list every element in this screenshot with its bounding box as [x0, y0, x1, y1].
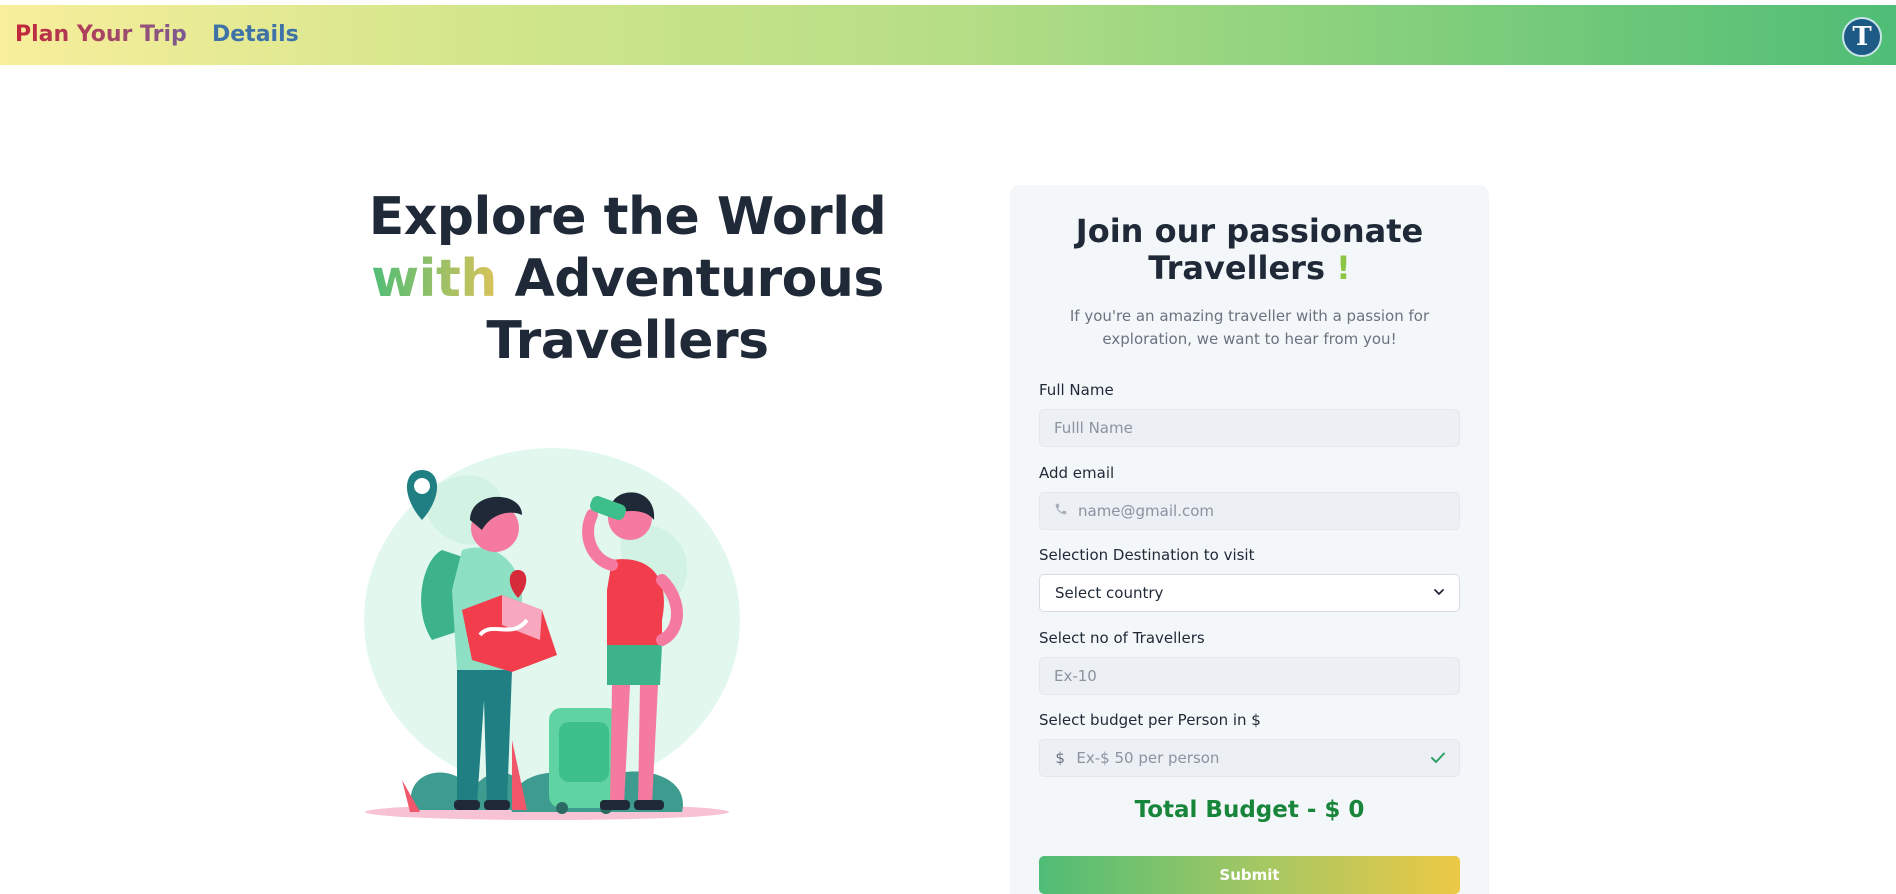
full-name-field[interactable] — [1039, 409, 1460, 447]
email-field[interactable] — [1039, 492, 1460, 530]
hero-line-2: with Adventurous — [330, 248, 925, 310]
brand-link[interactable]: Plan Your Trip — [15, 22, 187, 47]
travellers-illustration — [364, 448, 740, 820]
form-title-exclaim: ! — [1336, 249, 1351, 287]
submit-button[interactable]: Submit — [1039, 856, 1460, 894]
destination-label: Selection Destination to visit — [1039, 546, 1255, 564]
phone-icon — [1054, 502, 1068, 520]
hero-heading: Explore the World with Adventurous Trave… — [330, 186, 925, 372]
top-navbar: Plan Your Trip Details T — [0, 5, 1896, 65]
form-subtitle: If you're an amazing traveller with a pa… — [1069, 307, 1430, 348]
budget-label: Select budget per Person in $ — [1039, 711, 1261, 729]
hero-line-1: Explore the World — [368, 187, 887, 247]
signup-card: Join our passionate Travellers ! If you'… — [1010, 185, 1489, 894]
budget-input[interactable] — [1076, 749, 1423, 767]
form-title-line-1: Join our passionate — [1075, 212, 1424, 250]
email-input[interactable] — [1078, 502, 1445, 520]
destination-selected-value: Select country — [1055, 584, 1164, 602]
check-icon — [1431, 749, 1445, 768]
chevron-down-icon — [1433, 584, 1445, 602]
nav-details-link[interactable]: Details — [212, 22, 299, 47]
form-title-line-2-text: Travellers — [1148, 249, 1337, 287]
hero-line-3: Travellers — [486, 311, 769, 371]
travellers-input[interactable] — [1054, 667, 1445, 685]
user-avatar[interactable]: T — [1842, 17, 1882, 57]
budget-field[interactable]: $ — [1039, 739, 1460, 777]
dollar-icon: $ — [1055, 749, 1065, 767]
destination-select[interactable]: Select country — [1039, 574, 1460, 612]
hero-line-2-rest: Adventurous — [496, 249, 884, 309]
hero-accent-word: with — [371, 249, 497, 309]
full-name-label: Full Name — [1039, 381, 1114, 399]
travellers-field[interactable] — [1039, 657, 1460, 695]
avatar-letter: T — [1852, 22, 1872, 52]
form-title-line-2: Travellers ! — [1010, 250, 1489, 287]
full-name-input[interactable] — [1054, 419, 1445, 437]
total-budget: Total Budget - $ 0 — [1134, 797, 1365, 823]
form-title: Join our passionate Travellers ! — [1010, 213, 1489, 287]
travellers-label: Select no of Travellers — [1039, 629, 1205, 647]
email-label: Add email — [1039, 464, 1115, 482]
